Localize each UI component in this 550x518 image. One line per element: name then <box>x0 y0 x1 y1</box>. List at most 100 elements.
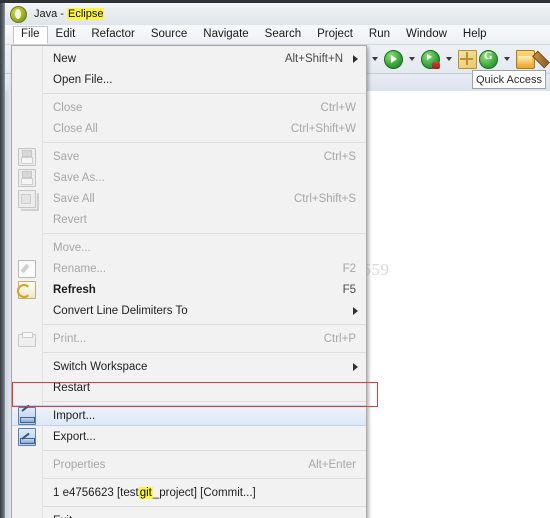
menu-item-move: Move... <box>12 237 366 258</box>
menubar-item-window[interactable]: Window <box>398 26 455 44</box>
recent-commit-label-pre: 1 e4756623 [test <box>53 486 139 499</box>
menubar-item-edit[interactable]: Edit <box>48 26 84 44</box>
chevron-down-icon[interactable] <box>446 57 452 61</box>
menubar-item-help[interactable]: Help <box>455 26 495 44</box>
menu-separator <box>42 352 366 353</box>
menu-item-save-as: Save As... <box>12 167 366 188</box>
menu-item-label: Refresh <box>53 283 96 296</box>
menu-item-shortcut: Ctrl+Shift+W <box>290 122 356 135</box>
new-wizard-icon[interactable] <box>458 49 477 69</box>
menu-item-icon-slot <box>12 237 42 258</box>
file-dropdown-menu: New Alt+Shift+N Open File... Close Ctrl+… <box>11 45 367 518</box>
menu-item-label: Close All <box>53 122 98 135</box>
chevron-down-icon[interactable] <box>504 57 510 61</box>
window-title: Java - Eclipse <box>34 8 105 20</box>
menu-separator <box>42 506 366 507</box>
menu-item-icon-slot <box>12 482 42 503</box>
recent-commit-label-post: _project] [Commit...] <box>152 486 256 499</box>
menu-item-close: Close Ctrl+W <box>12 97 366 118</box>
menu-item-new[interactable]: New Alt+Shift+N <box>12 48 366 69</box>
menu-item-rename: Rename... F2 <box>12 258 366 279</box>
quick-access-input[interactable]: Quick Access <box>472 70 546 89</box>
menu-item-icon-slot <box>12 97 42 118</box>
menu-item-icon-slot <box>12 454 42 475</box>
save-all-icon <box>18 189 36 208</box>
menu-item-shortcut: Ctrl+W <box>320 101 356 114</box>
menu-item-label: Export... <box>53 430 96 443</box>
menubar-item-navigate[interactable]: Navigate <box>195 26 256 44</box>
menu-separator <box>42 478 366 479</box>
menu-item-shortcut: F2 <box>342 262 356 275</box>
menu-item-revert: Revert <box>12 209 366 230</box>
menu-item-icon-slot <box>12 377 42 398</box>
menu-separator <box>42 401 366 402</box>
menu-item-shortcut: Ctrl+P <box>323 332 356 345</box>
menubar-item-run[interactable]: Run <box>361 26 398 44</box>
menu-item-icon-slot <box>12 188 42 209</box>
git-icon[interactable] <box>479 49 498 69</box>
menu-separator <box>42 93 366 94</box>
window-title-highlight: Eclipse <box>67 8 105 20</box>
menubar-item-project[interactable]: Project <box>309 26 361 44</box>
menubar-item-search[interactable]: Search <box>257 26 309 44</box>
menu-item-shortcut: F5 <box>342 283 356 296</box>
menu-item-open-file[interactable]: Open File... <box>12 69 366 90</box>
menu-item-label: Open File... <box>53 73 113 86</box>
save-as-icon <box>18 168 36 187</box>
menu-item-exit[interactable]: Exit <box>12 510 366 518</box>
menu-item-icon-slot <box>12 118 42 139</box>
chevron-down-icon[interactable] <box>409 57 415 61</box>
menubar-item-refactor[interactable]: Refactor <box>83 26 142 44</box>
menu-item-export[interactable]: Export... <box>12 426 366 447</box>
menu-item-label: Rename... <box>53 262 107 275</box>
menu-bar: File Edit Refactor Source Navigate Searc… <box>5 25 550 45</box>
eclipse-icon <box>10 5 27 23</box>
menu-item-print: Print... Ctrl+P <box>12 328 366 349</box>
menu-item-icon-slot <box>12 510 42 518</box>
menu-item-icon-slot <box>12 209 42 230</box>
title-bar: Java - Eclipse <box>5 3 550 26</box>
menu-item-save-all: Save All Ctrl+Shift+S <box>12 188 366 209</box>
run-icon[interactable] <box>384 49 403 69</box>
menu-item-shortcut: Ctrl+S <box>323 150 356 163</box>
submenu-arrow-icon <box>353 306 358 315</box>
menu-item-shortcut: Alt+Enter <box>308 458 356 471</box>
window-title-prefix: Java - <box>34 8 68 20</box>
menu-item-refresh[interactable]: Refresh F5 <box>12 279 366 300</box>
menu-separator <box>42 233 366 234</box>
chevron-down-icon[interactable] <box>372 57 378 61</box>
menu-item-icon-slot <box>12 356 42 377</box>
screen: Java - Eclipse File Edit Refactor Source… <box>0 0 550 518</box>
save-icon <box>18 147 36 166</box>
menu-item-restart[interactable]: Restart <box>12 377 366 398</box>
toolbar-icon-group <box>358 47 550 71</box>
menu-item-label: 1 e4756623 [testgit_project] [Commit...] <box>42 486 366 499</box>
menu-item-icon-slot <box>12 405 42 426</box>
menu-item-icon-slot <box>12 426 42 447</box>
menu-item-convert-line-delimiters[interactable]: Convert Line Delimiters To <box>12 300 366 321</box>
menu-separator <box>42 450 366 451</box>
menu-item-icon-slot <box>12 258 42 279</box>
menu-item-icon-slot <box>12 48 42 69</box>
menu-item-import[interactable]: Import... <box>12 405 366 426</box>
menu-item-icon-slot <box>12 69 42 90</box>
menu-item-recent-commit[interactable]: 1 e4756623 [testgit_project] [Commit...] <box>12 482 366 503</box>
open-folder-icon[interactable] <box>516 49 535 69</box>
refresh-icon <box>17 280 36 299</box>
menu-item-label: Print... <box>53 332 87 345</box>
debug-icon[interactable] <box>421 49 440 69</box>
menu-item-label: Import... <box>53 409 96 422</box>
menu-item-switch-workspace[interactable]: Switch Workspace <box>12 356 366 377</box>
menu-item-icon-slot <box>12 146 42 167</box>
menu-item-icon-slot <box>12 167 42 188</box>
menu-item-label: Properties <box>53 458 106 471</box>
menu-item-label: Convert Line Delimiters To <box>53 304 188 317</box>
import-icon <box>18 406 36 425</box>
submenu-arrow-icon <box>353 54 358 63</box>
menubar-item-source[interactable]: Source <box>143 26 195 44</box>
menu-item-label: Save As... <box>53 171 105 184</box>
menu-item-shortcut: Alt+Shift+N <box>284 52 343 65</box>
menu-item-save: Save Ctrl+S <box>12 146 366 167</box>
menubar-item-file[interactable]: File <box>13 25 48 44</box>
menu-item-close-all: Close All Ctrl+Shift+W <box>12 118 366 139</box>
